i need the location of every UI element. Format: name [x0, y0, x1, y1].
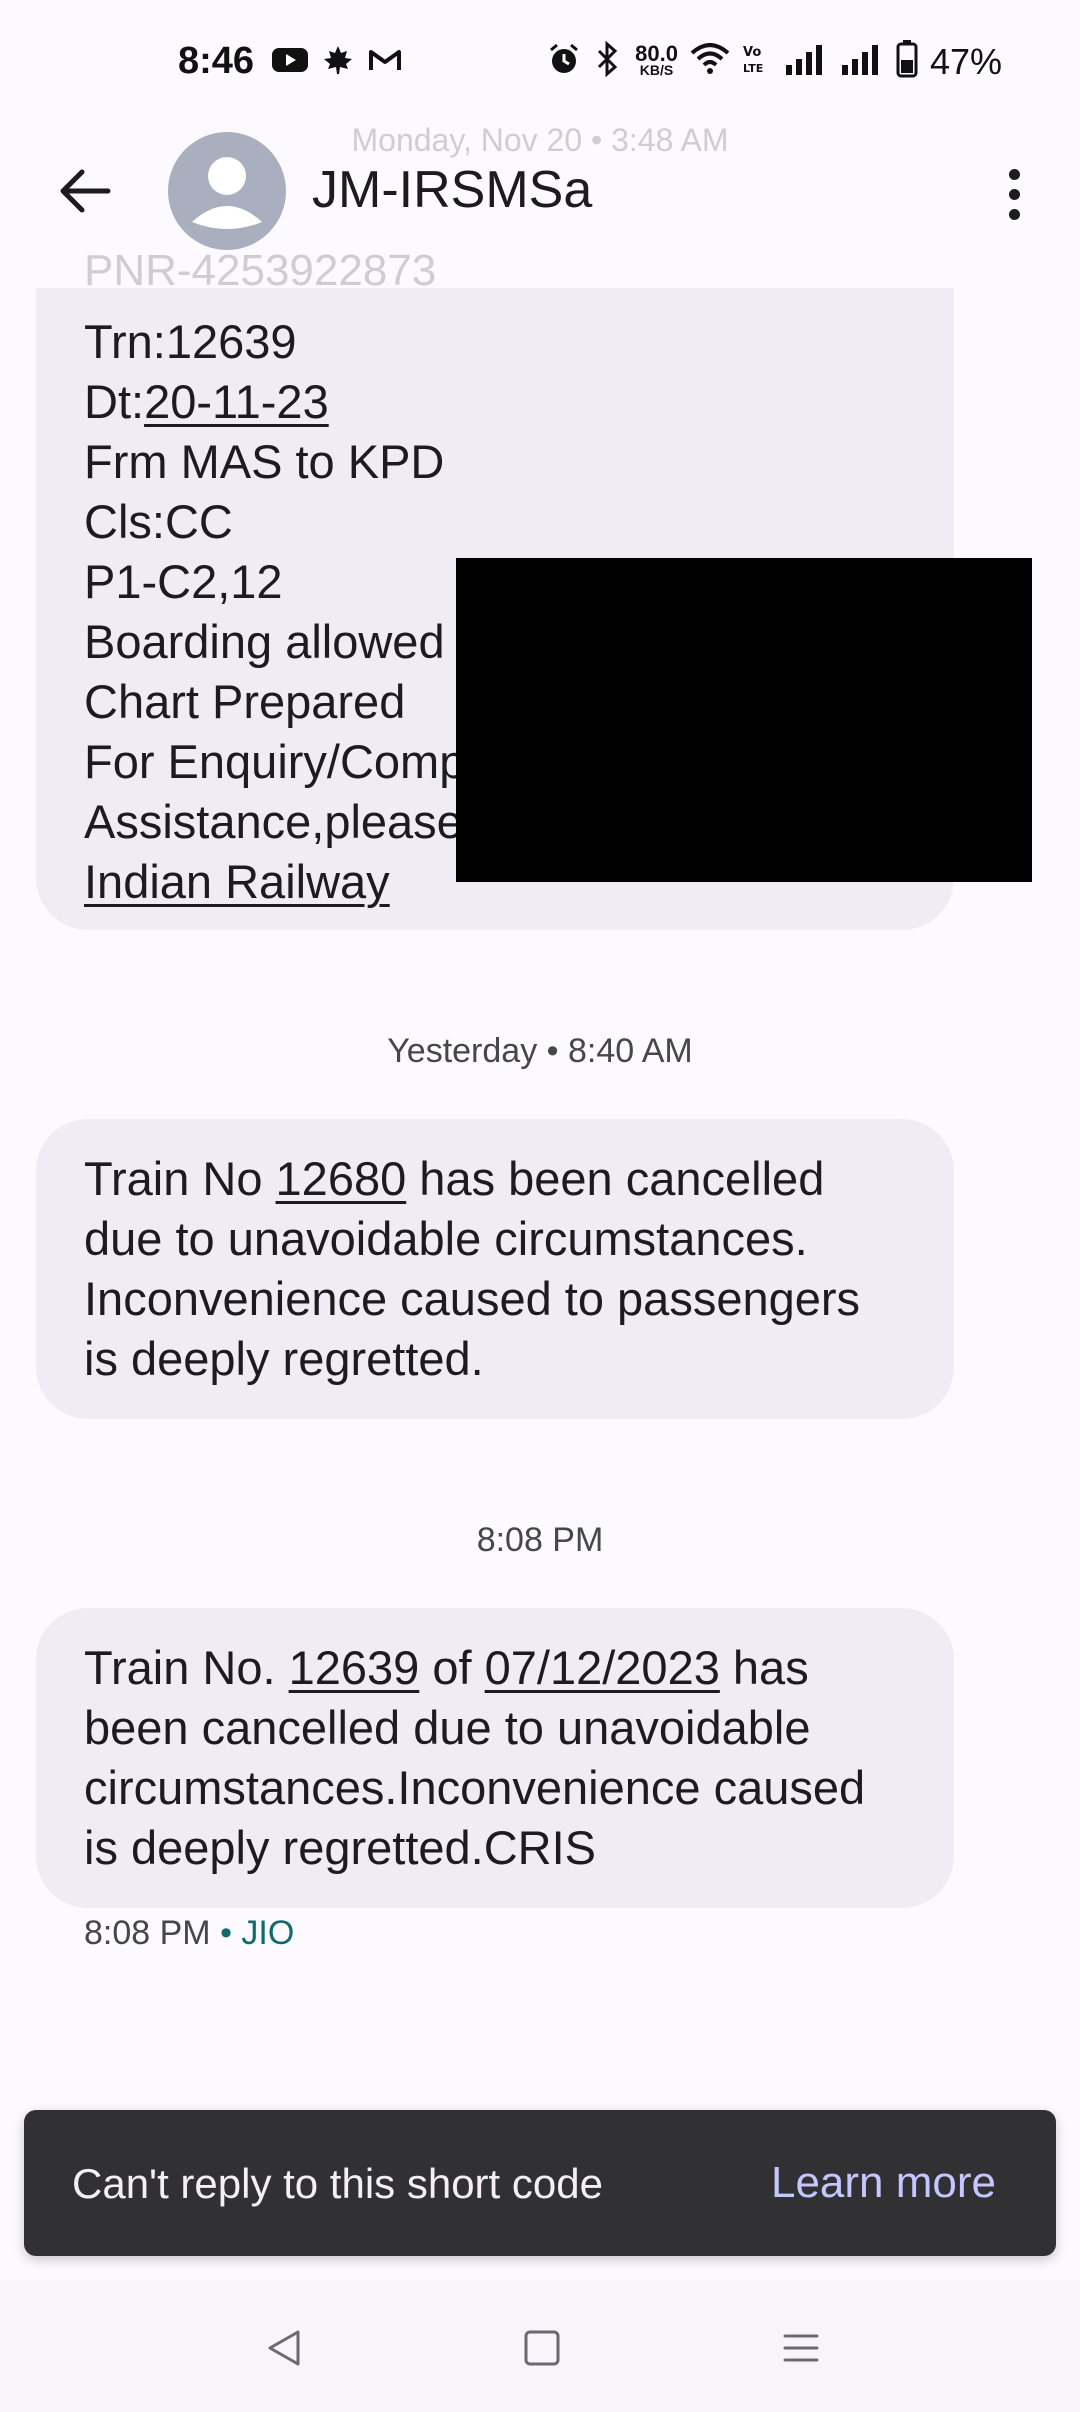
message-line: Trn:12639 [84, 315, 297, 368]
avatar[interactable] [168, 132, 286, 250]
navigation-bar [0, 2280, 1080, 2412]
nav-back-button[interactable] [260, 2324, 308, 2372]
bluetooth-icon [593, 40, 623, 82]
message-text: Train No. [84, 1641, 289, 1694]
snackbar: Can't reply to this short code Learn mor… [24, 2110, 1056, 2256]
back-button[interactable] [48, 155, 120, 227]
wifi-icon [690, 43, 730, 80]
message-text: Train No [84, 1152, 276, 1205]
timestamp: 8:08 PM [476, 1521, 604, 1559]
redaction-box [456, 558, 1032, 882]
date-link[interactable]: 20-11-23 [144, 375, 329, 428]
square-home-icon [524, 2330, 560, 2366]
battery-icon [896, 40, 918, 83]
youtube-icon [272, 46, 308, 79]
timestamp: Yesterday • 8:40 AM [387, 1032, 693, 1070]
learn-more-button[interactable]: Learn more [771, 2158, 996, 2208]
message-line: Frm MAS to KPD [84, 435, 445, 488]
person-icon [192, 157, 262, 229]
date-separator-faded: Monday, Nov 20 • 3:48 AM [351, 122, 729, 158]
train-number-link[interactable]: 12680 [276, 1152, 407, 1205]
arrow-left-icon [60, 169, 111, 213]
message-line: Cls:CC [84, 495, 233, 548]
nav-home-button[interactable] [518, 2324, 566, 2372]
message-meta: 8:08 PM • JIO [84, 1914, 294, 1953]
message-time: 8:08 PM [84, 1914, 211, 1952]
meta-separator: • [210, 1914, 242, 1952]
message-bubble[interactable]: Train No 12680 has been cancelled due to… [36, 1119, 954, 1419]
battery-percent: 47% [929, 40, 1002, 82]
gmail-icon [368, 46, 402, 79]
menu-recents-icon [783, 2334, 819, 2362]
contact-name[interactable]: JM-IRSMSa [312, 160, 592, 220]
signal-icon [784, 43, 828, 80]
message-text: Dt: [84, 375, 145, 428]
date-link[interactable]: 07/12/2023 [485, 1641, 720, 1694]
message-bubble[interactable]: Train No. 12639 of 07/12/2023 has been c… [36, 1608, 954, 1908]
status-bar: 8:46 80.0 KB/S Vo LTE 47% [0, 0, 1080, 125]
triangle-back-icon [268, 2330, 300, 2366]
system-icons: 80.0 KB/S Vo LTE 47% [547, 40, 1002, 83]
network-speed: 80.0 KB/S [635, 40, 678, 79]
signal-icon [840, 43, 884, 80]
more-vert-icon [1008, 168, 1020, 180]
svg-text:Vo: Vo [743, 45, 761, 60]
volte-icon: Vo LTE [742, 42, 772, 81]
message-line: Dt:20-11-23 [84, 372, 906, 432]
nav-recents-button[interactable] [777, 2324, 825, 2372]
carrier-label: JIO [241, 1914, 295, 1952]
train-number-link[interactable]: 12639 [289, 1641, 420, 1694]
maple-leaf-icon [322, 44, 354, 81]
network-speed-unit: KB/S [639, 61, 674, 78]
more-options-button[interactable] [990, 158, 1038, 230]
alarm-icon [547, 42, 581, 81]
notification-icons [272, 44, 402, 81]
snackbar-text: Can't reply to this short code [72, 2160, 603, 2207]
message-text: of [419, 1641, 485, 1694]
svg-text:LTE: LTE [743, 62, 763, 75]
network-speed-value: 80.0 [635, 40, 678, 66]
status-time: 8:46 [178, 40, 255, 82]
